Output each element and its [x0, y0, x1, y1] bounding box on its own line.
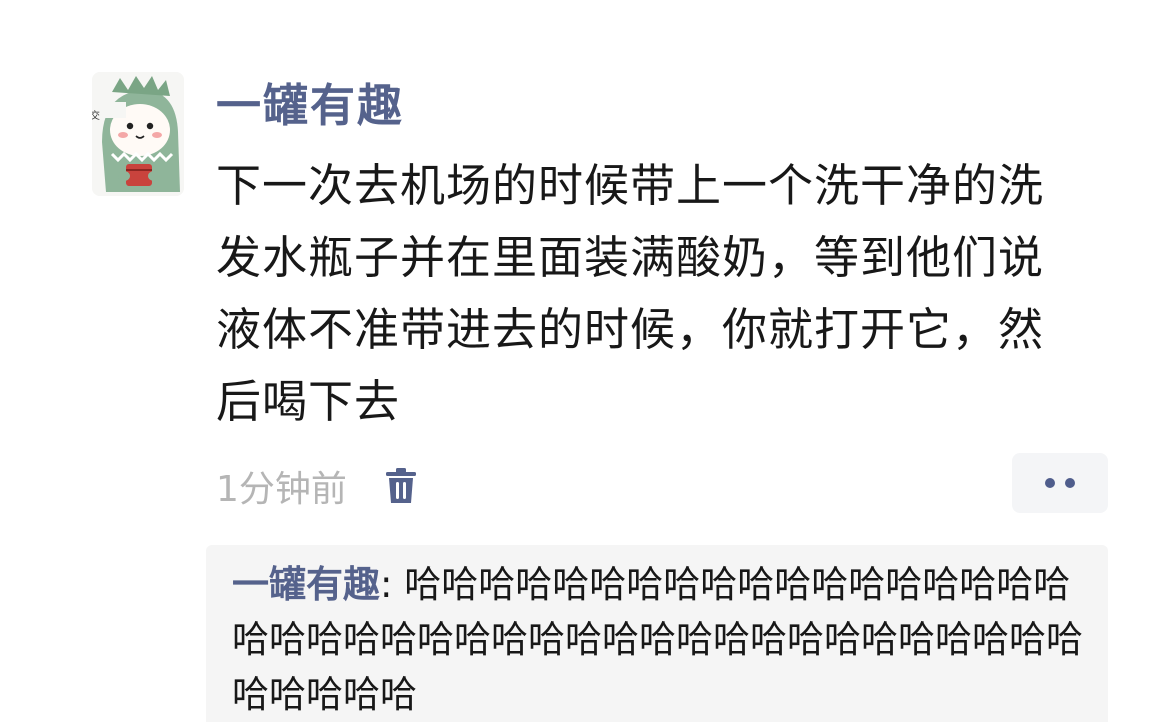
post-meta: 1分钟前	[216, 460, 419, 512]
avatar-caption: 老实巴交	[92, 111, 100, 122]
comment-fade-overlay	[778, 664, 1108, 722]
trash-icon	[385, 468, 416, 503]
post-content: 下一次去机场的时候带上一个洗干净的洗发水瓶子并在里面装满酸奶，等到他们说液体不准…	[216, 159, 1045, 428]
comment-separator: :	[380, 563, 405, 606]
comment-section: 一罐有趣: 哈哈哈哈哈哈哈哈哈哈哈哈哈哈哈哈哈哈哈哈哈哈哈哈哈哈哈哈哈哈哈哈哈哈…	[206, 545, 1108, 722]
more-dots-icon	[1065, 478, 1075, 488]
avatar[interactable]: 老实巴交	[92, 72, 184, 196]
post-timestamp: 1分钟前	[216, 469, 347, 510]
more-dots-icon	[1045, 478, 1055, 488]
more-button[interactable]	[1012, 453, 1108, 513]
dinosaur-hood-avatar-icon	[92, 72, 184, 196]
post-username[interactable]: 一罐有趣	[216, 78, 404, 134]
delete-button[interactable]	[383, 464, 419, 508]
post-card: 老实巴交 一罐有趣 下一次去机场的时候带上一个洗干净的洗发水瓶子并在里面装满酸奶…	[0, 0, 1170, 722]
comment-author[interactable]: 一罐有趣	[232, 563, 380, 606]
